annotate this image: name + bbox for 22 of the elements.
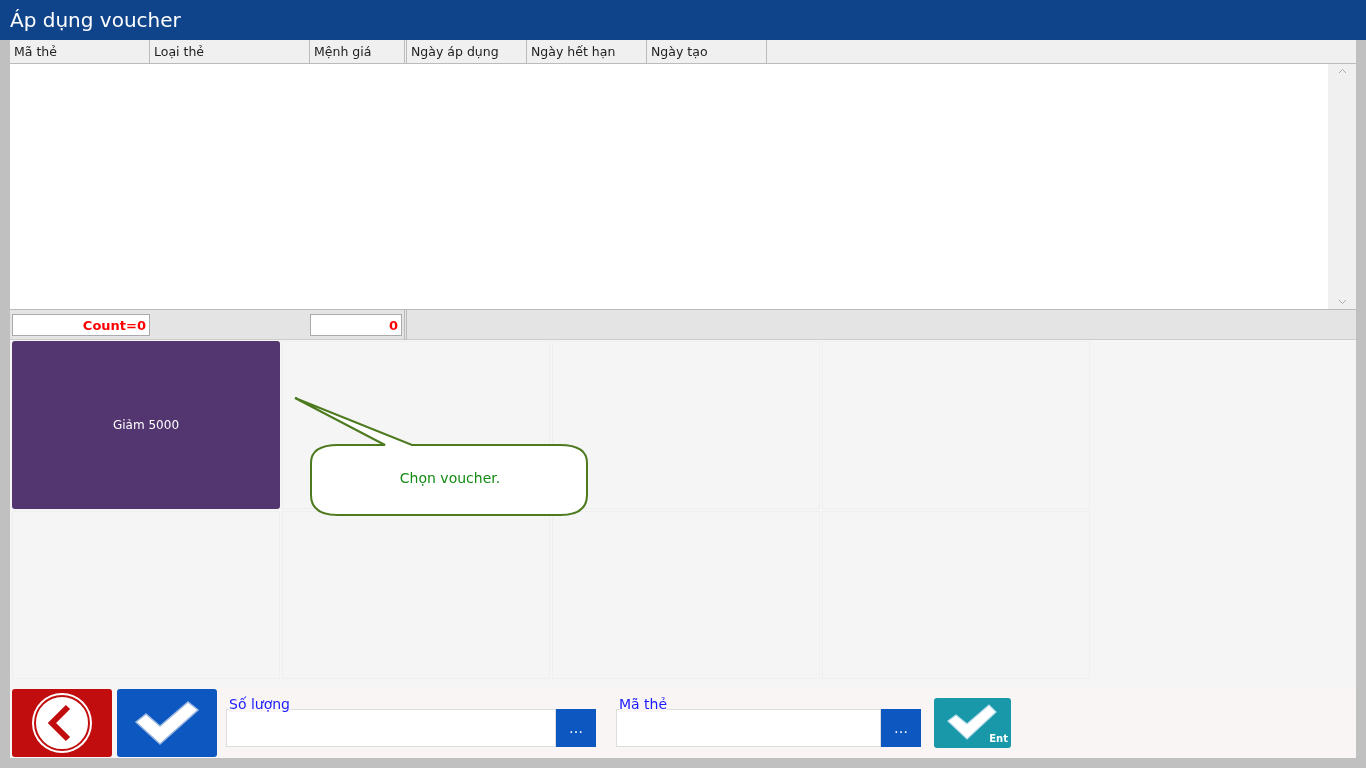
voucher-tile[interactable]: Giảm 5000 <box>12 341 280 509</box>
browse-button[interactable]: … <box>556 709 596 747</box>
back-button[interactable] <box>12 689 112 757</box>
field-label: Số lượng <box>229 697 290 713</box>
count-display: Count=0 <box>12 313 150 336</box>
scroll-up-icon[interactable] <box>1337 68 1347 74</box>
input-field[interactable] <box>616 709 881 747</box>
column-header[interactable]: Ngày áp dụng <box>407 40 527 63</box>
column-header[interactable]: Loại thẻ <box>150 40 310 63</box>
back-icon <box>30 691 94 755</box>
confirm-button[interactable] <box>117 689 217 757</box>
total-display: 0 <box>310 313 402 336</box>
callout-text: Chọn voucher. <box>398 469 502 488</box>
scroll-bar[interactable] <box>1328 64 1356 309</box>
check-icon <box>134 700 200 746</box>
column-header[interactable]: Ngày tạo <box>647 40 767 63</box>
column-header[interactable]: Mã thẻ <box>10 40 150 63</box>
window-title: Áp dụng voucher <box>0 0 1366 40</box>
column-header[interactable]: Ngày hết hạn <box>527 40 647 63</box>
field-label: Mã thẻ <box>619 697 668 713</box>
browse-button[interactable]: … <box>881 709 921 747</box>
scroll-down-icon[interactable] <box>1337 299 1347 305</box>
